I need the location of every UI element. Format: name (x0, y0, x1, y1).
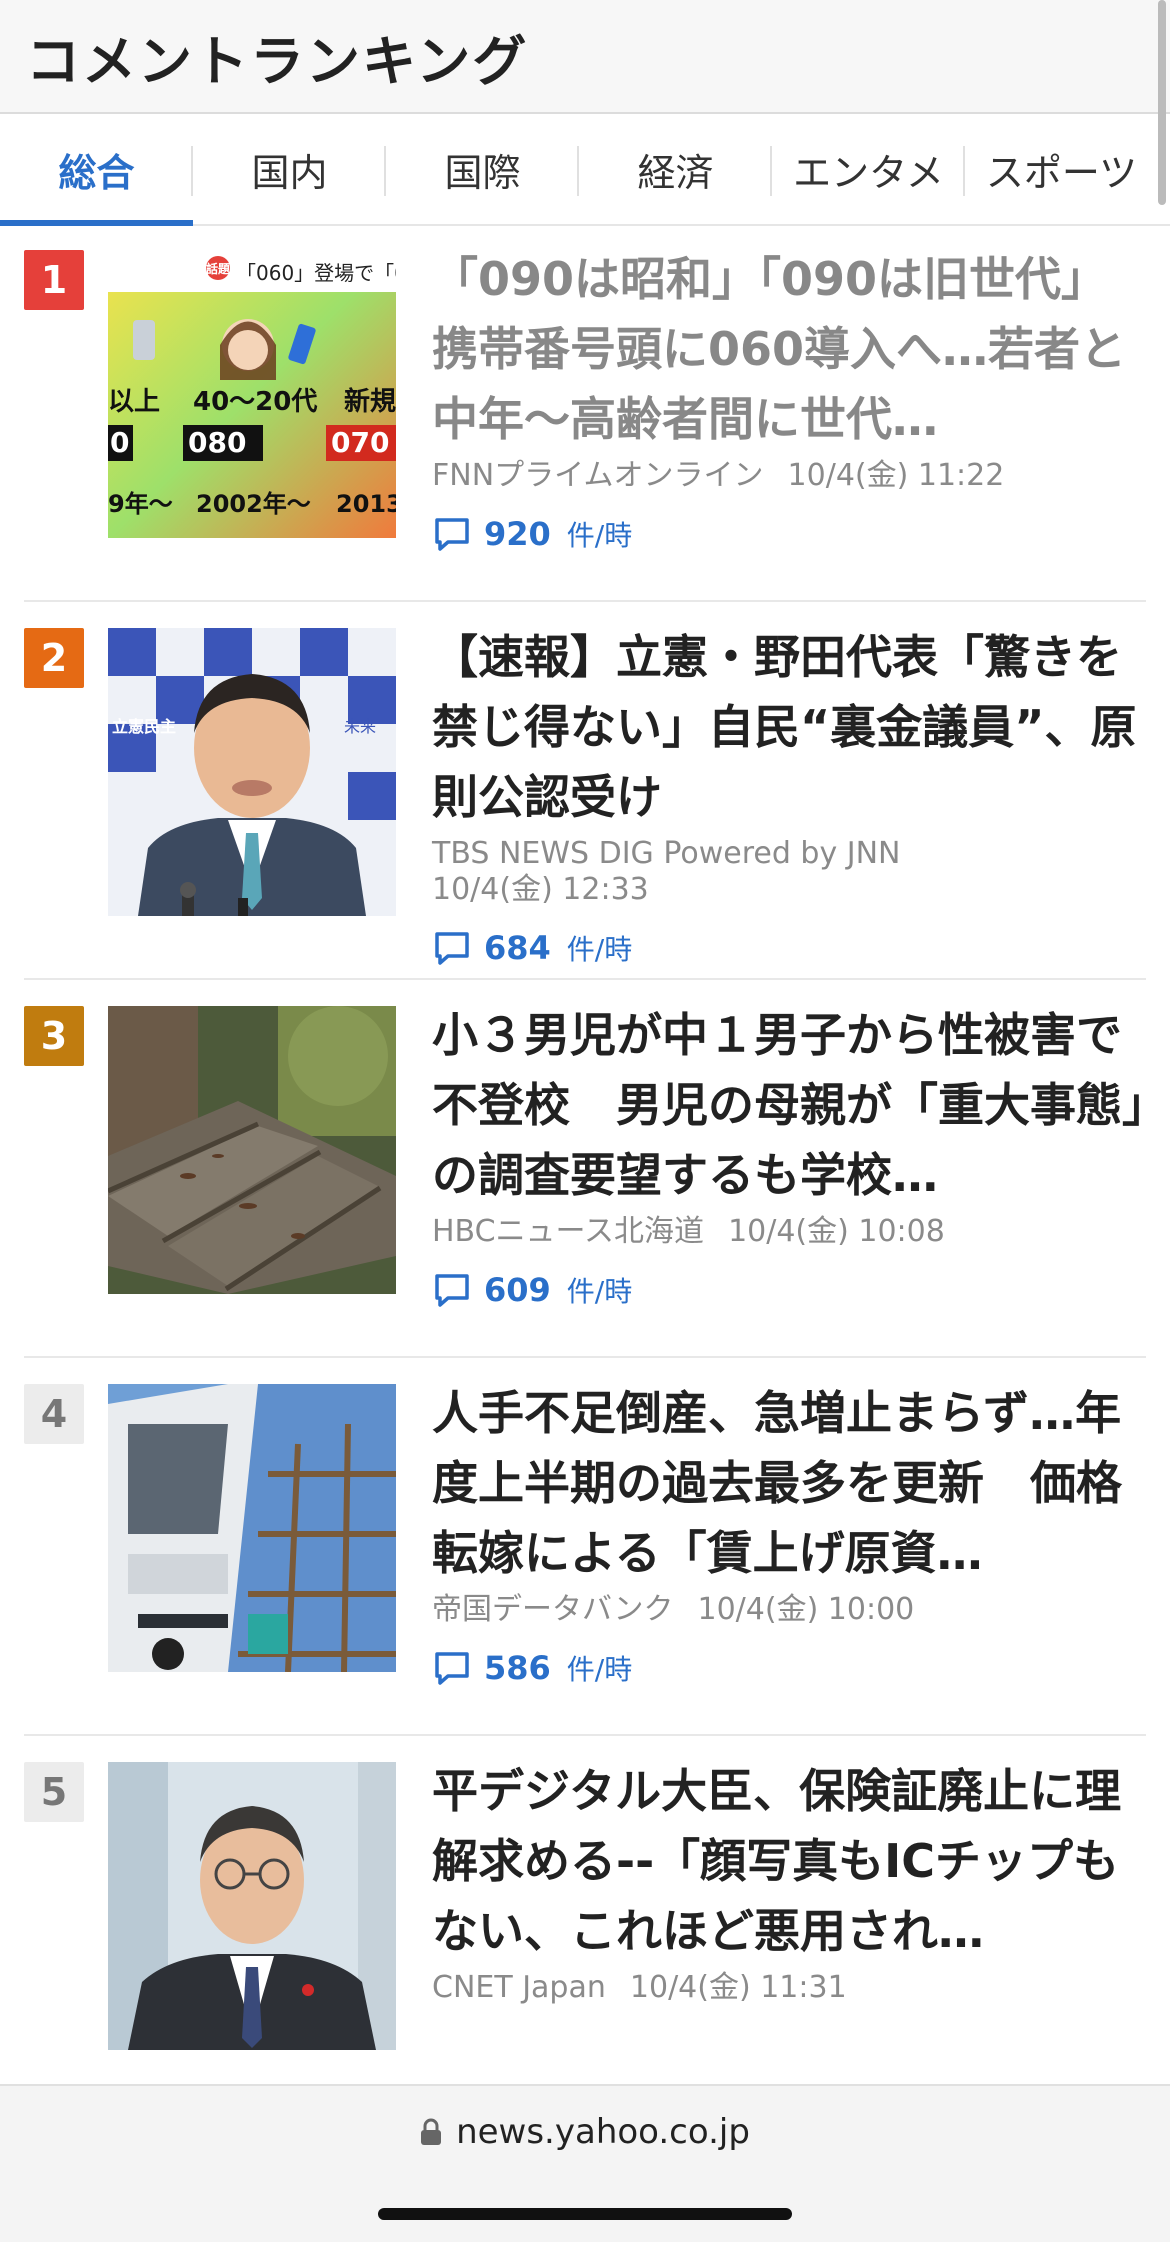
truck-construction-photo (108, 1384, 396, 1672)
svg-text:40〜20代: 40〜20代 (193, 387, 317, 417)
browser-bottom-bar: news.yahoo.co.jp (0, 2084, 1170, 2242)
bench-photo (108, 1006, 396, 1294)
source-name: TBS NEWS DIG Powered by JNN (432, 836, 901, 871)
article-thumbnail[interactable]: 立憲民主 未来 (108, 628, 396, 916)
list-item[interactable]: 3 小３男児が中１男子から性被害で不登校 男児の母親が「重大事態」の調査要望する… (0, 980, 1170, 1358)
article-meta: CNET Japan 10/4(金) 11:31 (432, 1970, 1146, 2006)
tab-overall[interactable]: 総合 (0, 114, 193, 226)
comment-count[interactable]: 684 件/時 (432, 928, 1146, 968)
comment-icon (435, 518, 469, 551)
comment-count-unit: 件/時 (566, 1653, 633, 1686)
list-item[interactable]: 2 立憲民主 未来 【速報】立憲・野田代表「驚きを禁じ得ない」自民“裏金議員”、… (0, 602, 1170, 980)
comment-count[interactable]: 586 件/時 (432, 1648, 1146, 1688)
phone-number-graphic: 話題 「060」登場で「090 以上 40〜20代 新規 0 080 070 9… (108, 250, 396, 538)
svg-text:2002年〜: 2002年〜 (196, 490, 311, 518)
rank-badge: 4 (24, 1384, 84, 1444)
svg-text:新規: 新規 (344, 386, 396, 417)
comment-count-unit: 件/時 (566, 933, 633, 966)
page-header: コメントランキング (0, 0, 1170, 114)
tab-domestic[interactable]: 国内 (193, 114, 386, 224)
source-name: 帝国データバンク (432, 1592, 674, 1627)
rank-badge: 2 (24, 628, 84, 688)
lock-icon (421, 2118, 442, 2145)
ranking-list: 1 話題 「060」登場で「090 (0, 224, 1170, 2084)
comment-count-number: 586 (484, 1649, 551, 1687)
comment-count[interactable]: 609 件/時 (432, 1270, 1146, 1310)
minister-photo (108, 1762, 396, 2050)
comment-count-number: 609 (484, 1271, 551, 1309)
article-meta: FNNプライムオンライン 10/4(金) 11:22 (432, 458, 1146, 494)
article-title[interactable]: 人手不足倒産、急増止まらず…年度上半期の過去最多を更新 価格転嫁による「賃上げ原… (432, 1378, 1146, 1588)
comment-count-number: 684 (484, 929, 551, 967)
rank-badge: 1 (24, 250, 84, 310)
publish-date: 10/4(金) 11:31 (629, 1970, 847, 2005)
svg-text:9年〜: 9年〜 (108, 490, 173, 518)
svg-text:「060」登場で「090: 「060」登場で「090 (236, 261, 396, 285)
source-name: FNNプライムオンライン (432, 458, 764, 493)
page-title: コメントランキング (26, 29, 529, 93)
home-indicator[interactable] (378, 2208, 792, 2220)
article-meta: HBCニュース北海道 10/4(金) 10:08 (432, 1214, 1146, 1250)
address-bar[interactable]: news.yahoo.co.jp (0, 2112, 1170, 2152)
svg-text:立憲民主: 立憲民主 (112, 717, 176, 736)
rank-badge: 5 (24, 1762, 84, 1822)
comment-count-number: 920 (484, 515, 551, 553)
article-title[interactable]: 「090は昭和」「090は旧世代」携帯番号頭に060導入へ…若者と中年〜高齢者間… (432, 244, 1146, 454)
comment-icon (435, 1652, 469, 1685)
source-name: CNET Japan (432, 1970, 606, 2005)
publish-date: 10/4(金) 12:33 (432, 872, 649, 907)
comment-count-unit: 件/時 (566, 519, 633, 552)
publish-date: 10/4(金) 10:08 (728, 1214, 945, 1249)
tab-sports[interactable]: スポーツ (965, 114, 1158, 224)
article-meta: 帝国データバンク 10/4(金) 10:00 (432, 1592, 1146, 1628)
rank-badge: 3 (24, 1006, 84, 1066)
svg-text:未来: 未来 (344, 717, 376, 736)
category-tabs: 総合 国内 国際 経済 エンタメ スポーツ (0, 114, 1170, 226)
comment-count[interactable]: 920 件/時 (432, 514, 1146, 554)
press-conference-photo: 立憲民主 未来 (108, 628, 396, 916)
article-meta: TBS NEWS DIG Powered by JNN 10/4(金) 12:33 (432, 836, 1146, 908)
publish-date: 10/4(金) 11:22 (787, 458, 1005, 493)
article-thumbnail[interactable]: 話題 「060」登場で「090 以上 40〜20代 新規 0 080 070 9… (108, 250, 396, 538)
list-item[interactable]: 1 話題 「060」登場で「090 (0, 224, 1170, 602)
svg-text:070: 070 (331, 426, 389, 459)
comment-count-unit: 件/時 (566, 1275, 633, 1308)
svg-text:080: 080 (188, 426, 246, 459)
publish-date: 10/4(金) 10:00 (697, 1592, 915, 1627)
svg-text:話題: 話題 (206, 261, 231, 276)
article-title[interactable]: 小３男児が中１男子から性被害で不登校 男児の母親が「重大事態」の調査要望するも学… (432, 1000, 1146, 1210)
comment-icon (435, 1274, 469, 1307)
article-title[interactable]: 平デジタル大臣、保険証廃止に理解求める--「顔写真もICチップもない、これほど悪… (432, 1756, 1146, 1966)
svg-text:2013: 2013 (336, 490, 396, 518)
list-item[interactable]: 5 平デジタル大臣、保険証廃止に理解求める--「顔写真もICチップもない、これほ… (0, 1736, 1170, 2084)
article-thumbnail[interactable] (108, 1762, 396, 2050)
list-item[interactable]: 4 人手不足倒産、急増止まらず…年度上半期の過去最多を更新 価格転嫁による「賃上… (0, 1358, 1170, 1736)
source-name: HBCニュース北海道 (432, 1214, 705, 1249)
url-text: news.yahoo.co.jp (456, 2112, 750, 2152)
article-title[interactable]: 【速報】立憲・野田代表「驚きを禁じ得ない」自民“裏金議員”、原則公認受け (432, 622, 1146, 832)
tab-international[interactable]: 国際 (386, 114, 579, 224)
tab-entertainment[interactable]: エンタメ (772, 114, 965, 224)
svg-text:0: 0 (110, 426, 129, 459)
tab-economy[interactable]: 経済 (579, 114, 772, 224)
comment-icon (435, 932, 469, 965)
article-thumbnail[interactable] (108, 1384, 396, 1672)
article-thumbnail[interactable] (108, 1006, 396, 1294)
svg-text:以上: 以上 (108, 387, 160, 417)
